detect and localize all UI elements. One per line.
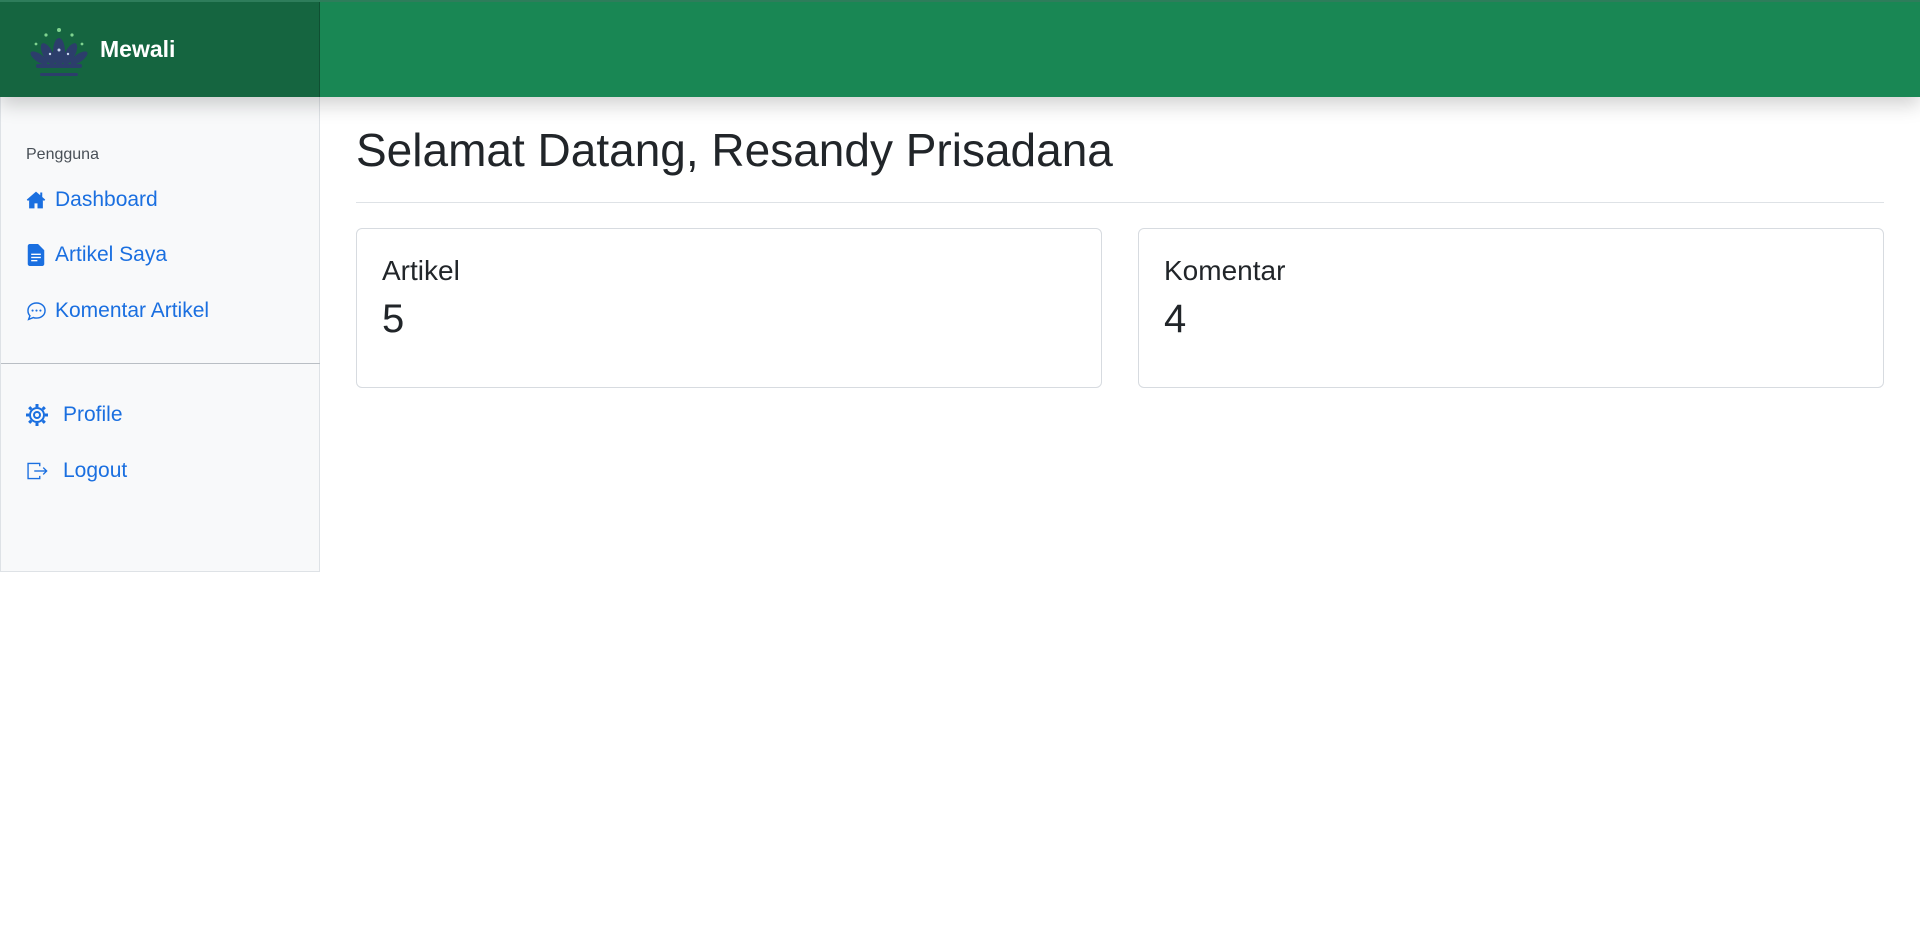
card-value: 4 — [1164, 297, 1187, 341]
lotus-logo-icon — [30, 27, 88, 76]
card-value: 5 — [382, 297, 405, 341]
sidebar-item-komentar-artikel[interactable]: Komentar Artikel — [25, 299, 209, 323]
sidebar-item-label: Logout — [63, 459, 128, 482]
brand-name: Mewali — [100, 36, 176, 62]
stat-card-komentar: Komentar 4 — [1138, 228, 1884, 388]
title-divider — [356, 202, 1884, 203]
page-title: Selamat Datang, Resandy Prisadana — [356, 124, 1113, 176]
logout-icon — [25, 459, 49, 483]
brand-link[interactable]: Mewali — [0, 2, 320, 97]
sidebar-divider — [1, 363, 320, 364]
sidebar-section-title: Pengguna — [26, 146, 99, 163]
house-icon — [25, 189, 47, 211]
top-navbar: Mewali — [0, 0, 1920, 97]
sidebar-item-profile[interactable]: Profile — [25, 403, 123, 427]
sidebar-item-label: Dashboard — [55, 188, 158, 211]
sidebar: Pengguna Dashboard Artikel Saya Komentar… — [0, 97, 320, 572]
card-title: Komentar — [1164, 255, 1286, 286]
gear-icon — [25, 403, 49, 427]
document-icon — [25, 244, 47, 266]
card-title: Artikel — [382, 255, 460, 286]
sidebar-item-dashboard[interactable]: Dashboard — [25, 188, 158, 212]
sidebar-item-label: Artikel Saya — [55, 243, 168, 266]
sidebar-item-label: Komentar Artikel — [55, 299, 210, 322]
sidebar-item-label: Profile — [63, 403, 123, 426]
stat-card-artikel: Artikel 5 — [356, 228, 1102, 388]
sidebar-item-logout[interactable]: Logout — [25, 459, 127, 483]
sidebar-item-artikel-saya[interactable]: Artikel Saya — [25, 243, 167, 267]
chat-dots-icon — [25, 300, 47, 322]
